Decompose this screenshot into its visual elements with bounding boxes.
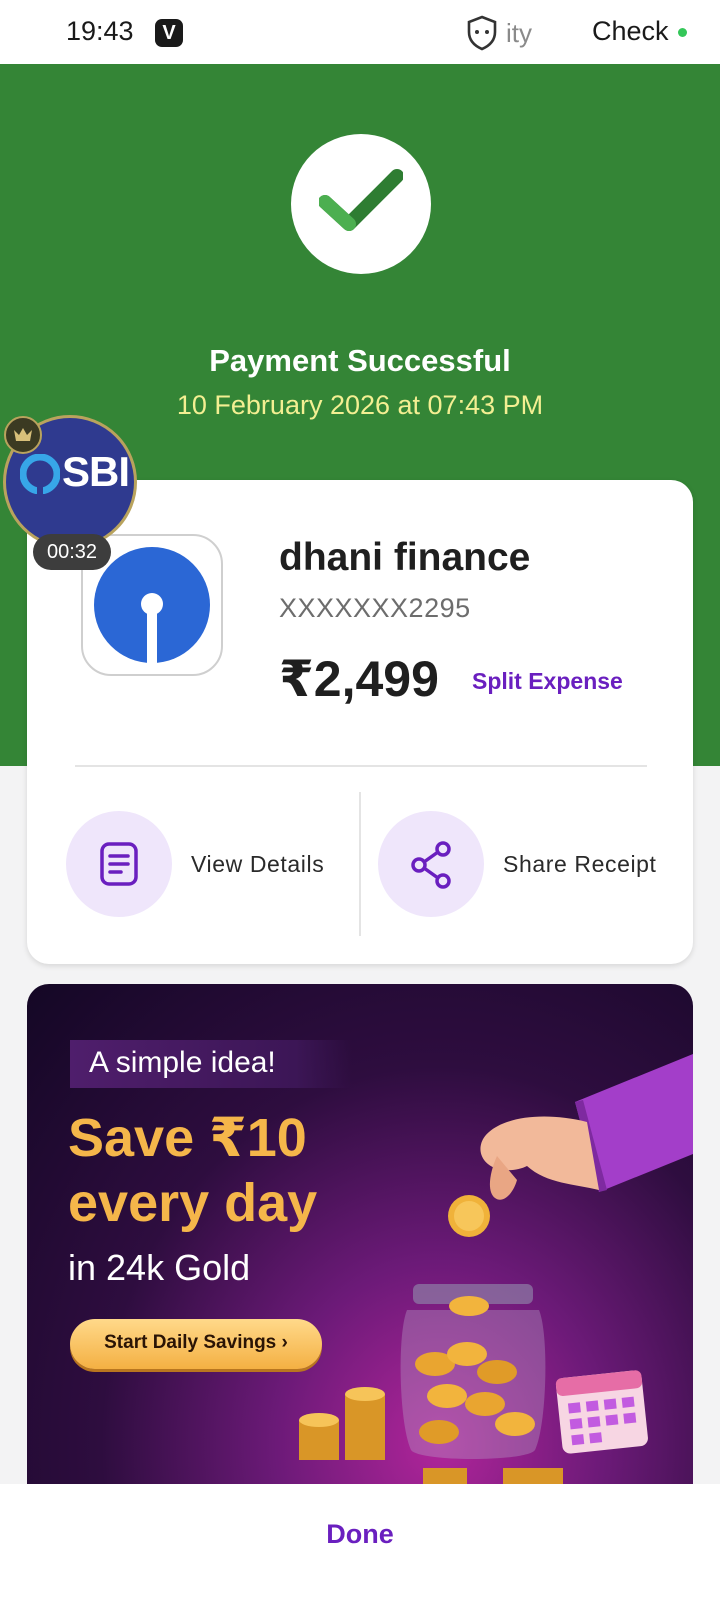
share-icon bbox=[411, 841, 451, 889]
start-daily-savings-label: Start Daily Savings › bbox=[104, 1332, 288, 1353]
recording-timer: 00:32 bbox=[33, 534, 111, 570]
success-check-badge bbox=[291, 134, 431, 274]
split-expense-link[interactable]: Split Expense bbox=[472, 668, 623, 695]
status-indicator-dot bbox=[678, 28, 687, 37]
divider bbox=[359, 792, 361, 936]
shield-icon bbox=[467, 15, 497, 51]
view-details-label: View Details bbox=[191, 850, 325, 877]
account-number: XXXXXXX2295 bbox=[279, 593, 471, 623]
share-icon-circle bbox=[378, 811, 484, 917]
promo-tagline: A simple idea! bbox=[70, 1040, 352, 1088]
status-bar: 19:43 V ity Check bbox=[0, 0, 720, 64]
promo-subline: in 24k Gold bbox=[68, 1247, 251, 1288]
payee-name: dhani finance bbox=[279, 536, 531, 579]
view-details-icon-circle bbox=[66, 811, 172, 917]
document-icon bbox=[100, 842, 138, 886]
status-time: 19:43 bbox=[66, 16, 134, 46]
done-button[interactable]: Done bbox=[300, 1506, 420, 1562]
share-receipt-label: Share Receipt bbox=[503, 850, 657, 877]
promo-headline-line1: Save ₹10 bbox=[68, 1108, 307, 1168]
receipt-card: dhani finance XXXXXXX2295 ₹2,499 Split E… bbox=[27, 480, 693, 964]
status-truncated-label: ity bbox=[506, 18, 532, 48]
start-daily-savings-button[interactable]: Start Daily Savings › bbox=[70, 1319, 322, 1369]
status-check-label: Check bbox=[592, 16, 669, 46]
promo-tagline-text: A simple idea! bbox=[89, 1046, 276, 1079]
gold-savings-banner[interactable]: A simple idea! Save ₹10 every day in 24k… bbox=[27, 984, 693, 1484]
crown-badge bbox=[4, 416, 42, 454]
divider bbox=[75, 765, 647, 767]
crown-icon bbox=[14, 428, 32, 441]
payment-status-title: Payment Successful bbox=[209, 343, 511, 378]
view-details-button[interactable]: View Details bbox=[66, 810, 356, 918]
payment-amount: ₹2,499 bbox=[279, 651, 439, 707]
sbi-logo-icon bbox=[94, 547, 210, 664]
sbi-logo-icon bbox=[20, 454, 60, 494]
share-receipt-button[interactable]: Share Receipt bbox=[378, 810, 678, 918]
app-notification-icon: V bbox=[155, 19, 183, 47]
checkmark-icon bbox=[319, 169, 403, 231]
promo-headline-line2: every day bbox=[68, 1173, 318, 1233]
bottom-action-bar: Done bbox=[0, 1484, 720, 1612]
floating-bubble-text: SBI bbox=[62, 448, 130, 495]
payment-date: 10 February 2026 at 07:43 PM bbox=[176, 390, 544, 420]
